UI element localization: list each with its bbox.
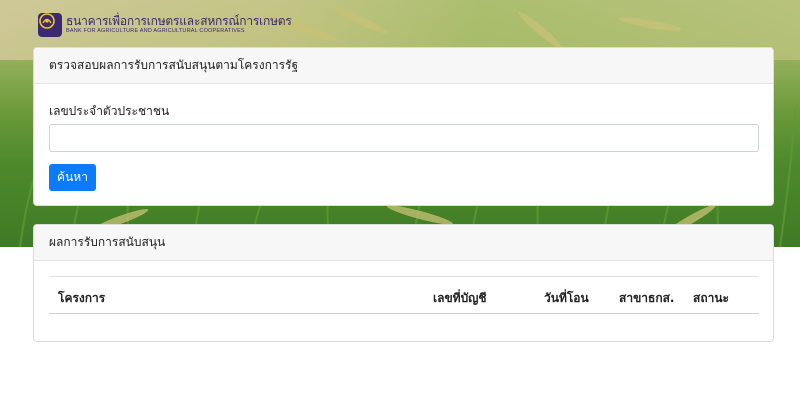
search-card-title: ตรวจสอบผลการรับการสนับสนุนตามโครงการรัฐ [34, 48, 773, 84]
column-project: โครงการ [58, 291, 106, 305]
search-card: ตรวจสอบผลการรับการสนับสนุนตามโครงการรัฐ … [33, 47, 774, 206]
results-card-title: ผลการรับการสนับสนุน [34, 225, 773, 261]
results-table: โครงการ เลขที่บัญชี วันที่โอน สาขาธกส. ส… [49, 276, 759, 314]
citizen-id-input[interactable] [49, 124, 759, 152]
bank-name-thai: ธนาคารเพื่อการเกษตรและสหกรณ์การเกษตร [66, 14, 292, 29]
results-card: ผลการรับการสนับสนุน โครงการ เลขที่บัญชี … [33, 224, 774, 342]
results-table-header: โครงการ เลขที่บัญชี วันที่โอน สาขาธกส. ส… [49, 277, 759, 314]
citizen-id-label: เลขประจำตัวประชาชน [49, 104, 170, 118]
bank-logo[interactable]: ธนาคารเพื่อการเกษตรและสหกรณ์การเกษตร BAN… [38, 12, 292, 38]
bank-name-english: BANK FOR AGRICULTURE AND AGRICULTURAL CO… [66, 28, 245, 35]
search-button[interactable]: ค้นหา [49, 164, 96, 191]
column-status: สถานะ [693, 291, 729, 305]
column-branch: สาขาธกส. [619, 291, 675, 305]
baac-logo-icon [38, 13, 62, 37]
column-transfer-date: วันที่โอน [544, 291, 589, 305]
column-account-number: เลขที่บัญชี [433, 291, 487, 305]
